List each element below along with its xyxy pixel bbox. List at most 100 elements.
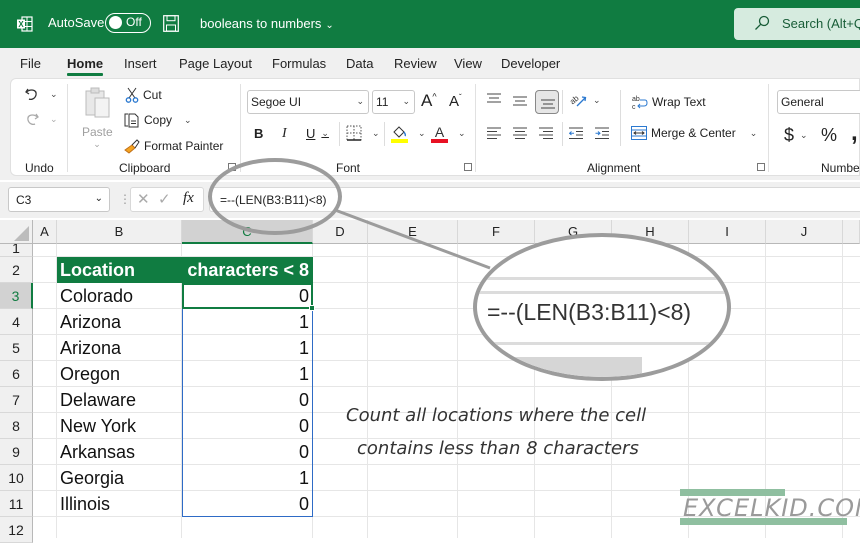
row-header-8[interactable]: 8 — [0, 413, 33, 439]
gridline — [457, 244, 458, 538]
align-bottom-button[interactable] — [535, 90, 559, 114]
watermark-text: EXCELKID.COM — [683, 494, 860, 522]
name-box[interactable]: C3 ⌄ — [8, 187, 110, 212]
chevron-down-icon: ⌄ — [50, 113, 58, 124]
row-header-3[interactable]: 3 — [0, 283, 33, 309]
column-header-a[interactable]: A — [33, 220, 57, 244]
row-header-1[interactable]: 1 — [0, 244, 33, 257]
alignment-launcher-icon[interactable] — [757, 163, 765, 171]
bold-button[interactable]: B — [254, 126, 263, 141]
location-cell[interactable]: Illinois — [60, 491, 110, 517]
search-box[interactable]: Search (Alt+Q) — [734, 8, 860, 40]
column-header-i[interactable]: I — [689, 220, 766, 244]
location-cell[interactable]: Delaware — [60, 387, 136, 413]
tab-file[interactable]: File — [20, 56, 41, 71]
row-header-5[interactable]: 5 — [0, 335, 33, 361]
row-header-11[interactable]: 11 — [0, 491, 33, 517]
column-header-e[interactable]: E — [368, 220, 458, 244]
watermark: EXCELKID.COM — [680, 487, 860, 527]
tab-home[interactable]: Home — [67, 56, 104, 76]
increase-font-size-button[interactable]: A^ — [421, 91, 437, 111]
align-left-icon — [487, 127, 501, 139]
insert-function-icon[interactable]: fx — [183, 190, 194, 207]
search-placeholder: Search (Alt+Q) — [782, 16, 860, 31]
tab-review[interactable]: Review — [394, 56, 437, 71]
tab-developer[interactable]: Developer — [501, 56, 560, 71]
fill-handle[interactable] — [309, 305, 315, 311]
cut-button[interactable]: Cut — [125, 87, 162, 103]
location-cell[interactable]: New York — [60, 413, 136, 439]
comma-style-button[interactable]: , — [851, 119, 858, 147]
row-header-7[interactable]: 7 — [0, 387, 33, 413]
chevron-down-icon: ⌄ — [94, 193, 103, 204]
align-left-button[interactable] — [487, 127, 505, 140]
align-bottom-icon — [541, 99, 555, 109]
scissors-icon — [125, 87, 139, 103]
paste-button[interactable]: Paste ⌄ — [82, 86, 113, 150]
location-cell[interactable]: Oregon — [60, 361, 120, 387]
font-color-button[interactable]: A ⌄ — [431, 124, 466, 143]
tab-formulas[interactable]: Formulas — [272, 56, 326, 71]
location-cell[interactable]: Georgia — [60, 465, 124, 491]
underline-button[interactable]: U ⌄ — [306, 126, 329, 141]
row-header-6[interactable]: 6 — [0, 361, 33, 387]
location-cell[interactable]: Arizona — [60, 335, 121, 361]
group-label-number: Number — [821, 161, 860, 175]
cut-label: Cut — [143, 88, 162, 102]
decrease-font-size-button[interactable]: Aˇ — [449, 93, 462, 110]
location-cell[interactable]: Arizona — [60, 309, 121, 335]
merge-center-button[interactable]: Merge & Center ⌄ — [631, 126, 757, 140]
fill-color-button[interactable]: ⌄ — [391, 124, 426, 143]
row-header-2[interactable]: 2 — [0, 257, 33, 283]
document-title[interactable]: booleans to numbers ⌄ — [200, 16, 334, 31]
copy-button[interactable]: Copy ⌄ — [124, 112, 192, 128]
currency-button[interactable]: $ ⌄ — [784, 125, 808, 146]
align-right-button[interactable] — [539, 127, 557, 140]
row-header-4[interactable]: 4 — [0, 309, 33, 335]
redo-button[interactable]: ⌄ — [24, 111, 58, 127]
active-cell-border — [182, 283, 313, 309]
format-painter-button[interactable]: Format Painter — [124, 138, 223, 154]
gridline — [33, 464, 860, 465]
wrap-text-button[interactable]: ab c Wrap Text — [632, 94, 706, 110]
tab-page-layout[interactable]: Page Layout — [179, 56, 252, 71]
chevron-down-icon: ⌄ — [372, 127, 380, 138]
save-icon[interactable] — [163, 15, 179, 32]
row-header-12[interactable]: 12 — [0, 517, 33, 543]
column-header-f[interactable]: F — [458, 220, 535, 244]
decrease-indent-button[interactable] — [569, 127, 587, 140]
header-cell-location[interactable]: Location — [57, 257, 182, 283]
cancel-icon[interactable]: ✕ — [137, 190, 150, 208]
increase-indent-button[interactable] — [595, 127, 613, 140]
paste-icon — [85, 87, 110, 118]
font-launcher-icon[interactable] — [464, 163, 472, 171]
enter-checkmark-icon[interactable]: ✓ — [158, 190, 171, 208]
italic-button[interactable]: I — [282, 126, 287, 142]
align-middle-button[interactable] — [513, 95, 531, 107]
select-all-button[interactable] — [0, 220, 33, 244]
tab-view[interactable]: View — [454, 56, 482, 71]
percent-button[interactable]: % — [821, 125, 837, 146]
tab-data[interactable]: Data — [346, 56, 373, 71]
row-header-10[interactable]: 10 — [0, 465, 33, 491]
align-top-button[interactable] — [487, 93, 505, 105]
font-size-select[interactable]: 11 ⌄ — [372, 90, 415, 114]
group-label-undo: Undo — [25, 161, 54, 175]
column-header-k[interactable] — [843, 220, 860, 244]
undo-button[interactable]: ⌄ — [24, 86, 58, 102]
column-header-j[interactable]: J — [766, 220, 843, 244]
lens-band — [477, 277, 727, 280]
font-name-select[interactable]: Segoe UI ⌄ — [247, 90, 369, 114]
tab-insert[interactable]: Insert — [124, 56, 157, 71]
autosave-toggle[interactable]: Off — [105, 13, 151, 33]
row-header-9[interactable]: 9 — [0, 439, 33, 465]
gridline — [56, 244, 57, 538]
align-center-button[interactable] — [513, 127, 531, 140]
header-cell-result[interactable]: characters < 8 — [182, 257, 313, 283]
orientation-button[interactable]: ab ⌄ — [569, 92, 601, 108]
location-cell[interactable]: Arkansas — [60, 439, 135, 465]
location-cell[interactable]: Colorado — [60, 283, 133, 309]
number-format-select[interactable]: General — [777, 90, 860, 114]
column-header-b[interactable]: B — [57, 220, 182, 244]
borders-button[interactable]: ⌄ — [346, 125, 380, 141]
